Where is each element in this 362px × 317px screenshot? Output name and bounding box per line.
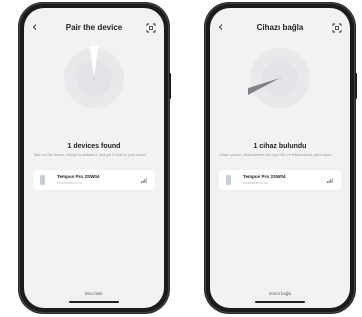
devices-found-heading: 1 cihaz bulundu bbox=[253, 143, 307, 150]
pair-device-screen-tr: ‹ Cihazı bağla 1 cihaz bulundu Cihazı çı… bbox=[210, 8, 350, 308]
devices-found-heading: 1 devices found bbox=[67, 143, 121, 150]
bind-later-link[interactable]: Bind later bbox=[24, 291, 164, 296]
scan-icon[interactable] bbox=[146, 23, 156, 33]
device-mac-address: F4:00:49:80:07:C0 bbox=[243, 181, 268, 185]
home-indicator bbox=[69, 301, 119, 303]
top-bar: ‹ Cihazı bağla bbox=[210, 20, 350, 36]
device-list-item[interactable]: Tempus Pro 2SW04 F4:00:49:80:07:C0 bbox=[219, 170, 341, 190]
watch-icon bbox=[226, 175, 231, 185]
bind-later-link[interactable]: Sonra bağla bbox=[210, 291, 350, 296]
signal-icon bbox=[141, 178, 147, 183]
radar-scan-animation bbox=[64, 46, 124, 108]
signal-icon bbox=[327, 178, 333, 183]
pairing-hint: Cihazı çıkarın, etkinleştirmek için şarj… bbox=[219, 153, 332, 157]
page-title: Cihazı bağla bbox=[256, 23, 304, 32]
page-title: Pair the device bbox=[65, 23, 123, 32]
scan-icon[interactable] bbox=[332, 23, 342, 33]
device-list-item[interactable]: Tempus Pro 2SW04 F4:00:49:80:07:C0 bbox=[33, 170, 155, 190]
top-bar: ‹ Pair the device bbox=[24, 20, 164, 36]
watch-icon bbox=[40, 175, 45, 185]
home-indicator bbox=[255, 301, 305, 303]
device-mac-address: F4:00:49:80:07:C0 bbox=[57, 181, 82, 185]
phone-frame-right: ‹ Cihazı bağla 1 cihaz bulundu Cihazı çı… bbox=[205, 3, 357, 313]
pairing-hint: Take out the device, charge to activate … bbox=[33, 153, 147, 157]
pair-device-screen: ‹ Pair the device 1 devices found Take o… bbox=[24, 8, 164, 308]
radar-scan-animation bbox=[248, 48, 310, 108]
device-name: Tempus Pro 2SW04 bbox=[57, 174, 100, 179]
device-name: Tempus Pro 2SW04 bbox=[243, 174, 286, 179]
phone-frame-left: ‹ Pair the device 1 devices found Take o… bbox=[19, 3, 171, 313]
